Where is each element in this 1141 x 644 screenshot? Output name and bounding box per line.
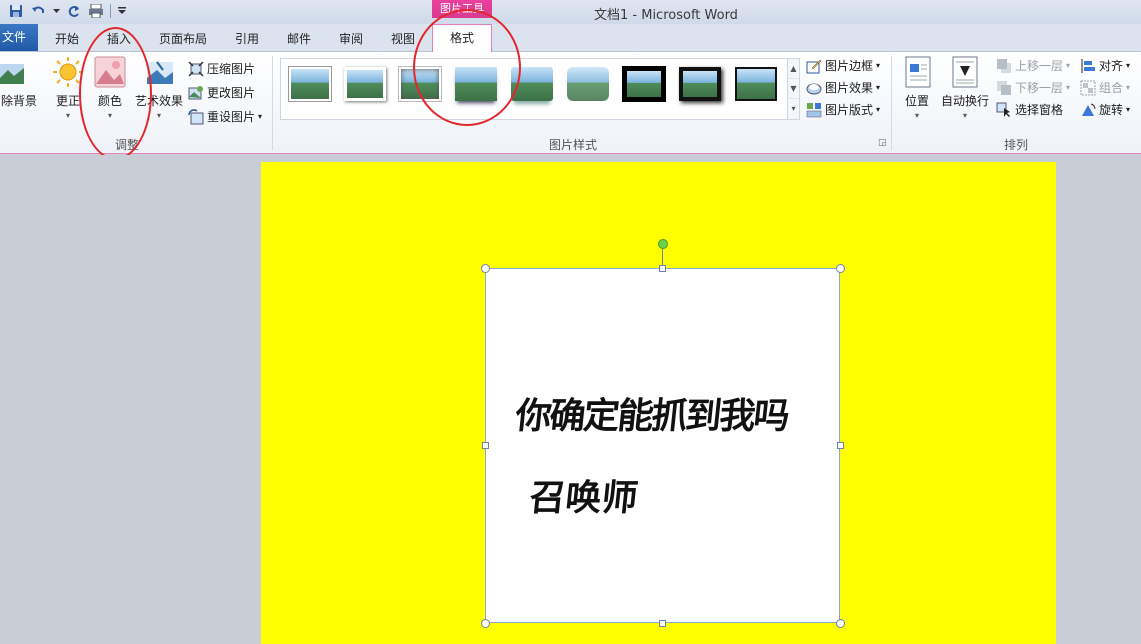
chevron-down-icon: ▾ (258, 112, 263, 121)
gallery-scroll: ▲ ▼ ▾ (787, 59, 799, 119)
window-title: 文档1 - Microsoft Word (594, 8, 738, 23)
chevron-down-icon: ▾ (1066, 83, 1071, 92)
resize-handle-bottom-right[interactable] (836, 619, 845, 628)
dialog-launcher-icon[interactable]: ◲ (878, 138, 887, 148)
picture-style-thumb[interactable] (344, 67, 386, 101)
picture-layout-icon (806, 102, 822, 118)
picture-effects-icon (806, 80, 822, 96)
group-label-picture-styles: 图片样式 (549, 138, 598, 152)
image-text-line1: 你确定能抓到我吗 (513, 395, 790, 437)
picture-style-thumb[interactable] (735, 67, 777, 101)
undo-dropdown-icon[interactable] (52, 3, 60, 19)
group-button[interactable]: 组合 ▾ (1080, 79, 1130, 96)
redo-icon[interactable] (66, 3, 82, 19)
selection-pane-icon (996, 102, 1012, 118)
picture-style-thumb[interactable] (289, 67, 331, 101)
selected-image[interactable]: 你确定能抓到我吗 召唤师 (485, 268, 840, 623)
picture-style-thumb[interactable] (567, 67, 609, 101)
position-button[interactable]: 位置 ▾ (902, 56, 932, 120)
resize-handle-bottom-left[interactable] (481, 619, 490, 628)
rotate-icon (1080, 102, 1096, 118)
compress-pictures-button[interactable]: 压缩图片 (188, 60, 255, 77)
picture-styles-gallery: ▲ ▼ ▾ (280, 58, 800, 120)
title-bar: 图片工具 文档1 - Microsoft Word (0, 0, 1141, 24)
selection-pane-button[interactable]: 选择窗格 (996, 101, 1063, 118)
group-divider (891, 56, 892, 150)
tab-file[interactable]: 文件 (0, 24, 38, 51)
chevron-down-icon: ▾ (876, 83, 881, 92)
chevron-down-icon: ▾ (1126, 83, 1131, 92)
pencil-border-icon (806, 58, 822, 74)
chevron-down-icon: ▾ (914, 111, 919, 120)
print-preview-icon[interactable] (88, 3, 104, 19)
resize-handle-top-right[interactable] (836, 264, 845, 273)
align-icon (1080, 58, 1096, 74)
resize-handle-right[interactable] (837, 442, 844, 449)
ribbon-tab-bar: 文件 开始 插入 页面布局 引用 邮件 审阅 视图 格式 (0, 24, 1141, 53)
gallery-scroll-up-icon[interactable]: ▲ (788, 59, 799, 79)
annotation-circle-color (79, 27, 152, 160)
image-text-line2: 召唤师 (527, 477, 640, 519)
resize-handle-left[interactable] (482, 442, 489, 449)
picture-layout-button[interactable]: 图片版式 ▾ (806, 101, 880, 118)
group-icon (1080, 80, 1096, 96)
tab-home[interactable]: 开始 (55, 30, 79, 47)
picture-style-thumb[interactable] (623, 67, 665, 101)
tab-view[interactable]: 视图 (391, 30, 415, 47)
chevron-down-icon: ▾ (1126, 105, 1131, 114)
remove-background-icon (0, 56, 26, 88)
save-icon[interactable] (8, 3, 24, 19)
bring-forward-icon (996, 58, 1012, 74)
change-picture-button[interactable]: 更改图片 (188, 84, 255, 101)
reset-picture-icon (188, 108, 204, 125)
chevron-down-icon: ▾ (1126, 61, 1131, 70)
tab-review[interactable]: 审阅 (339, 30, 363, 47)
position-icon (902, 56, 934, 88)
align-button[interactable]: 对齐 ▾ (1080, 57, 1130, 74)
chevron-down-icon: ▾ (876, 105, 881, 114)
compress-icon (188, 60, 204, 77)
tab-mailings[interactable]: 邮件 (287, 30, 311, 47)
tab-page-layout[interactable]: 页面布局 (159, 30, 207, 47)
resize-handle-top-left[interactable] (481, 264, 490, 273)
reset-picture-button[interactable]: 重设图片 ▾ (188, 108, 262, 125)
group-divider (272, 56, 273, 150)
chevron-down-icon: ▾ (1066, 61, 1071, 70)
picture-effects-button[interactable]: 图片效果 ▾ (806, 79, 880, 96)
qat-separator (110, 4, 111, 18)
resize-handle-bottom[interactable] (659, 620, 666, 627)
gallery-scroll-down-icon[interactable]: ▼ (788, 79, 799, 99)
wrap-text-icon (949, 56, 981, 88)
picture-style-thumb[interactable] (679, 67, 721, 101)
gallery-more-icon[interactable]: ▾ (788, 99, 799, 119)
ribbon: 除背景 更正 ▾ 颜色 ▾ 艺术效果 ▾ 压缩图片 更改图片 重设图片 ▾ 调整 (0, 52, 1141, 154)
annotation-circle-format (413, 9, 521, 126)
rotate-handle[interactable] (658, 239, 668, 249)
group-label-arrange: 排列 (1004, 138, 1029, 152)
bring-forward-button[interactable]: 上移一层 ▾ (996, 57, 1070, 74)
chevron-down-icon: ▾ (962, 111, 967, 120)
resize-handle-top[interactable] (659, 265, 666, 272)
chevron-down-icon: ▾ (876, 61, 881, 70)
change-picture-icon (188, 85, 204, 101)
chevron-down-icon: ▾ (65, 111, 70, 120)
rotate-button[interactable]: 旋转 ▾ (1080, 101, 1130, 118)
customize-qat-icon[interactable] (117, 3, 127, 19)
send-backward-icon (996, 80, 1012, 96)
quick-access-toolbar (8, 3, 127, 19)
undo-icon[interactable] (30, 3, 46, 19)
send-backward-button[interactable]: 下移一层 ▾ (996, 79, 1070, 96)
picture-border-button[interactable]: 图片边框 ▾ (806, 57, 880, 74)
remove-background-button[interactable]: 除背景 (0, 56, 38, 109)
tab-references[interactable]: 引用 (235, 30, 259, 47)
wrap-text-button[interactable]: 自动换行 ▾ (940, 56, 990, 120)
